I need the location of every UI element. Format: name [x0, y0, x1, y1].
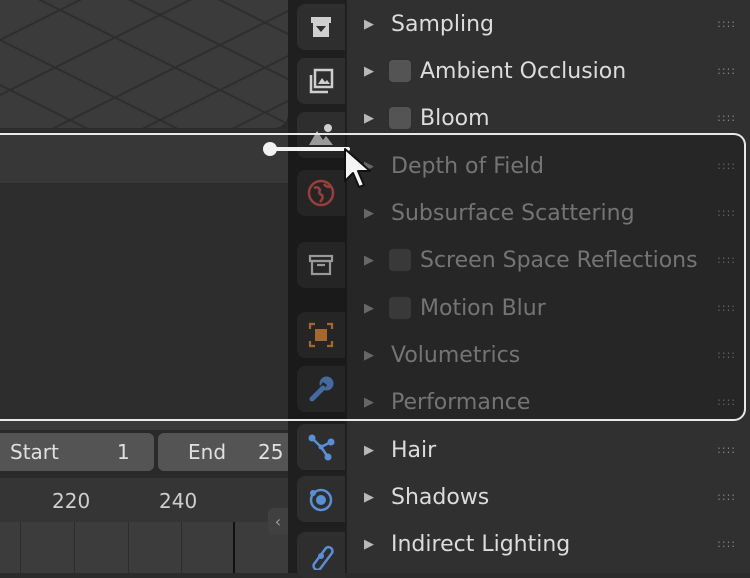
ruler-gridline: [74, 522, 75, 573]
drag-handle[interactable]: [263, 142, 277, 156]
end-frame-field[interactable]: End 25: [158, 433, 288, 471]
drag-grip-icon[interactable]: ::::: [717, 65, 736, 76]
drag-grip-icon[interactable]: ::::: [717, 18, 736, 29]
start-frame-field[interactable]: Start 1: [0, 433, 154, 471]
expand-arrow-icon[interactable]: ▶: [364, 17, 374, 32]
drag-grip-icon[interactable]: ::::: [717, 538, 736, 549]
expand-arrow-icon[interactable]: ▶: [364, 443, 374, 458]
panel-label: Ambient Occlusion: [420, 58, 627, 84]
drag-line: [270, 147, 350, 151]
expand-arrow-icon[interactable]: ▶: [364, 64, 374, 79]
drag-grip-icon[interactable]: ::::: [717, 444, 736, 455]
ruler-label: 220: [52, 489, 91, 513]
panel-label: Sampling: [391, 11, 494, 37]
panel-indirect-lighting[interactable]: ▶ Indirect Lighting ::::: [347, 521, 750, 567]
tab-output[interactable]: [297, 58, 345, 104]
panel-ambient-occlusion[interactable]: ▶ Ambient Occlusion ::::: [347, 48, 750, 94]
playhead[interactable]: [233, 522, 235, 573]
constraints-icon: [312, 545, 334, 570]
end-frame-value: 25: [258, 440, 284, 464]
panel-label: Hair: [391, 437, 437, 463]
panel-label: Indirect Lighting: [391, 531, 571, 557]
tab-render[interactable]: [297, 4, 345, 50]
end-frame-label: End: [188, 440, 227, 464]
tab-physics[interactable]: [297, 476, 345, 522]
drag-grip-icon[interactable]: ::::: [717, 491, 736, 502]
selection-highlight: [0, 133, 746, 421]
panel-shadows[interactable]: ▶ Shadows ::::: [347, 474, 750, 520]
expand-arrow-icon[interactable]: ▶: [364, 111, 374, 126]
expand-arrow-icon[interactable]: ▶: [364, 537, 374, 552]
start-frame-label: Start: [10, 440, 59, 464]
enable-checkbox[interactable]: [389, 107, 411, 129]
ruler-gridline: [181, 522, 182, 573]
tab-constraints[interactable]: [297, 532, 345, 578]
drag-grip-icon[interactable]: ::::: [717, 112, 736, 123]
tab-particles[interactable]: [297, 424, 345, 470]
render-icon: [311, 17, 331, 37]
panel-sampling[interactable]: ▶ Sampling ::::: [347, 1, 750, 47]
enable-checkbox[interactable]: [389, 60, 411, 82]
ruler-label: 240: [159, 489, 198, 513]
expand-arrow-icon[interactable]: ▶: [364, 490, 374, 505]
collapse-sidebar-button[interactable]: ‹: [268, 508, 288, 534]
ruler-gridline: [20, 522, 21, 573]
mouse-cursor-icon: [344, 148, 371, 188]
particles-icon: [308, 434, 335, 461]
panel-label: Bloom: [420, 105, 490, 131]
physics-icon: [309, 488, 333, 512]
panel-label: Shadows: [391, 484, 490, 510]
3d-viewport[interactable]: [0, 0, 288, 128]
panel-hair[interactable]: ▶ Hair ::::: [347, 427, 750, 473]
start-frame-value: 1: [117, 440, 130, 464]
output-icon: [309, 68, 334, 94]
ruler-gridline: [128, 522, 129, 573]
timeline-ruler[interactable]: [0, 478, 288, 522]
viewport-grid: [0, 0, 288, 128]
